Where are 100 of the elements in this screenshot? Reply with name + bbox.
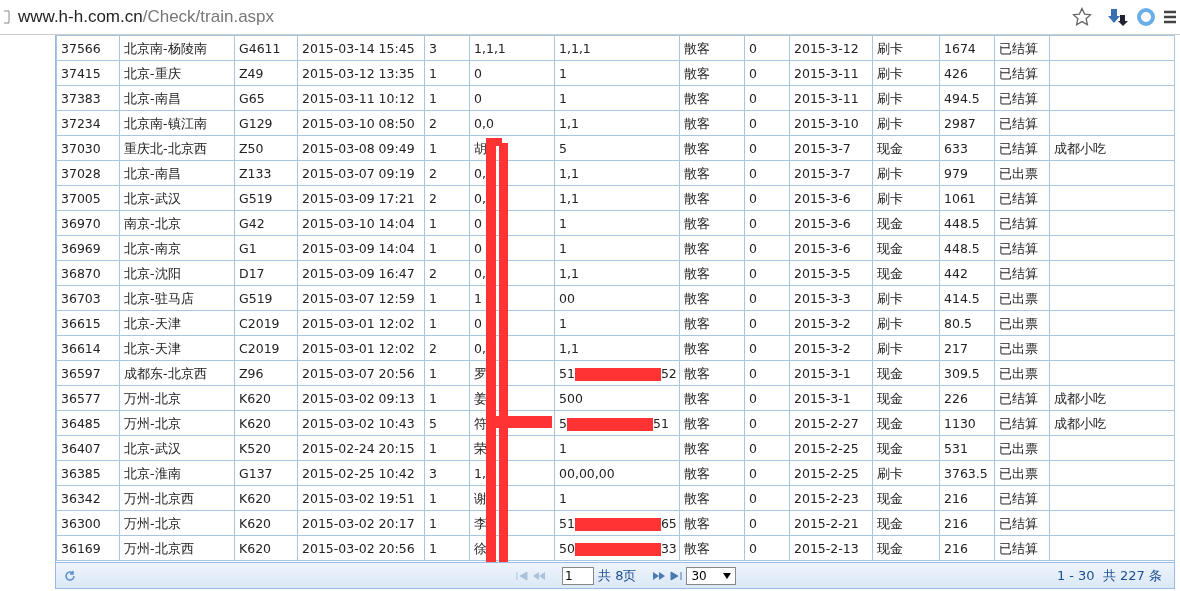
fee-text: 0 xyxy=(749,190,757,206)
route-text: 北京-驻马店 xyxy=(124,290,194,306)
train-number-text: G4611 xyxy=(239,40,281,56)
ticket-count-text: 2 xyxy=(429,115,437,131)
payment-text: 刷卡 xyxy=(877,90,903,106)
page-number-field[interactable]: 1 xyxy=(562,566,594,585)
route-text: 万州-北京 xyxy=(124,515,181,531)
customer-type-text: 散客 xyxy=(684,540,710,556)
refresh-icon[interactable] xyxy=(64,569,76,582)
order-number-text: 36703 xyxy=(61,290,101,306)
passenger-text: 0,0 xyxy=(474,115,494,131)
fee-text: 0 xyxy=(749,515,757,531)
date-text: 2015-3-3 xyxy=(794,290,851,306)
id-number-text: 33 xyxy=(660,540,677,556)
departure-time-text: 2015-03-07 12:59 xyxy=(302,290,415,306)
caret-icon xyxy=(722,572,731,579)
payment-text: 刷卡 xyxy=(877,190,903,206)
payment-text: 现金 xyxy=(877,365,903,381)
last-page-icon[interactable] xyxy=(670,570,683,581)
route-text: 北京-淮南 xyxy=(124,465,181,481)
amount-text: 979 xyxy=(944,165,968,181)
status-text: 已出票 xyxy=(999,340,1038,356)
status-text: 已结算 xyxy=(999,490,1038,506)
amount-text: 216 xyxy=(944,490,968,506)
passenger-text: 0, xyxy=(474,340,486,356)
amount-text: 216 xyxy=(944,540,968,556)
date-text: 2015-3-5 xyxy=(794,265,851,281)
departure-time-text: 2015-03-02 20:17 xyxy=(302,515,415,531)
status-text: 已出票 xyxy=(999,165,1038,181)
train-number-text: K620 xyxy=(239,490,272,506)
train-number-text: G129 xyxy=(239,115,273,131)
train-number-text: K520 xyxy=(239,440,272,456)
fee-text: 0 xyxy=(749,465,757,481)
status-text: 已结算 xyxy=(999,115,1038,131)
date-text: 2015-3-12 xyxy=(794,40,859,56)
fee-text: 0 xyxy=(749,490,757,506)
train-number-text: G1 xyxy=(239,240,257,256)
fee-text: 0 xyxy=(749,340,757,356)
amount-text: 448.5 xyxy=(944,215,980,231)
train-number-text: Z49 xyxy=(239,65,264,81)
id-number-text: 5 xyxy=(559,415,567,431)
payment-text: 现金 xyxy=(877,140,903,156)
order-number-text: 36614 xyxy=(61,340,101,356)
customer-type-text: 散客 xyxy=(684,165,710,181)
route-text: 成都东-北京西 xyxy=(124,365,207,381)
id-number-text: 1,1,1 xyxy=(559,40,591,56)
url-text[interactable]: www.h-h.com.cn/Check/train.aspx xyxy=(18,4,1072,30)
id-number-text: 51 xyxy=(559,515,575,531)
ticket-count-text: 1 xyxy=(429,215,437,231)
departure-time-text: 2015-03-08 09:49 xyxy=(302,140,415,156)
fee-text: 0 xyxy=(749,390,757,406)
departure-time-text: 2015-03-02 20:56 xyxy=(302,540,415,556)
amount-text: 226 xyxy=(944,390,968,406)
circle-icon[interactable] xyxy=(1136,7,1156,27)
status-text: 已出票 xyxy=(999,465,1038,481)
order-number-text: 37415 xyxy=(61,65,101,81)
page-size-select[interactable]: 30 xyxy=(686,566,736,585)
train-number-text: C2019 xyxy=(239,340,280,356)
departure-time-text: 2015-03-09 14:04 xyxy=(302,240,415,256)
fee-text: 0 xyxy=(749,415,757,431)
order-number-text: 37566 xyxy=(61,40,101,56)
status-text: 已结算 xyxy=(999,390,1038,406)
customer-type-text: 散客 xyxy=(684,90,710,106)
passenger-text: 1, xyxy=(474,465,486,481)
payment-text: 现金 xyxy=(877,515,903,531)
ticket-count-text: 2 xyxy=(429,340,437,356)
ticket-count-text: 1 xyxy=(429,540,437,556)
note-text: 成都小吃 xyxy=(1054,140,1106,156)
id-number-text: 51 xyxy=(559,365,575,381)
train-number-text: G519 xyxy=(239,190,273,206)
date-text: 2015-3-1 xyxy=(794,365,851,381)
star-icon[interactable] xyxy=(1072,7,1092,27)
menu-icon[interactable] xyxy=(1164,10,1176,24)
order-number-text: 37234 xyxy=(61,115,101,131)
order-number-text: 36870 xyxy=(61,265,101,281)
date-text: 2015-3-6 xyxy=(794,215,851,231)
passenger-text: 0 xyxy=(474,90,482,106)
ticket-count-text: 1 xyxy=(429,65,437,81)
ticket-count-text: 1 xyxy=(429,315,437,331)
fee-text: 0 xyxy=(749,215,757,231)
payment-text: 刷卡 xyxy=(877,65,903,81)
departure-time-text: 2015-03-02 19:51 xyxy=(302,490,415,506)
download-icon[interactable] xyxy=(1108,7,1128,27)
ticket-count-text: 1 xyxy=(429,390,437,406)
next-page-icon[interactable] xyxy=(652,570,667,581)
departure-time-text: 2015-03-12 13:35 xyxy=(302,65,415,81)
order-number-text: 37005 xyxy=(61,190,101,206)
ticket-count-text: 1 xyxy=(429,440,437,456)
payment-text: 现金 xyxy=(877,215,903,231)
ticket-count-text: 2 xyxy=(429,265,437,281)
amount-text: 80.5 xyxy=(944,315,972,331)
status-text: 已结算 xyxy=(999,40,1038,56)
status-text: 已结算 xyxy=(999,65,1038,81)
order-number-text: 36485 xyxy=(61,415,101,431)
fee-text: 0 xyxy=(749,165,757,181)
payment-text: 刷卡 xyxy=(877,115,903,131)
order-number-text: 36577 xyxy=(61,390,101,406)
amount-text: 494.5 xyxy=(944,90,980,106)
ticket-count-text: 3 xyxy=(429,465,437,481)
customer-type-text: 散客 xyxy=(684,465,710,481)
